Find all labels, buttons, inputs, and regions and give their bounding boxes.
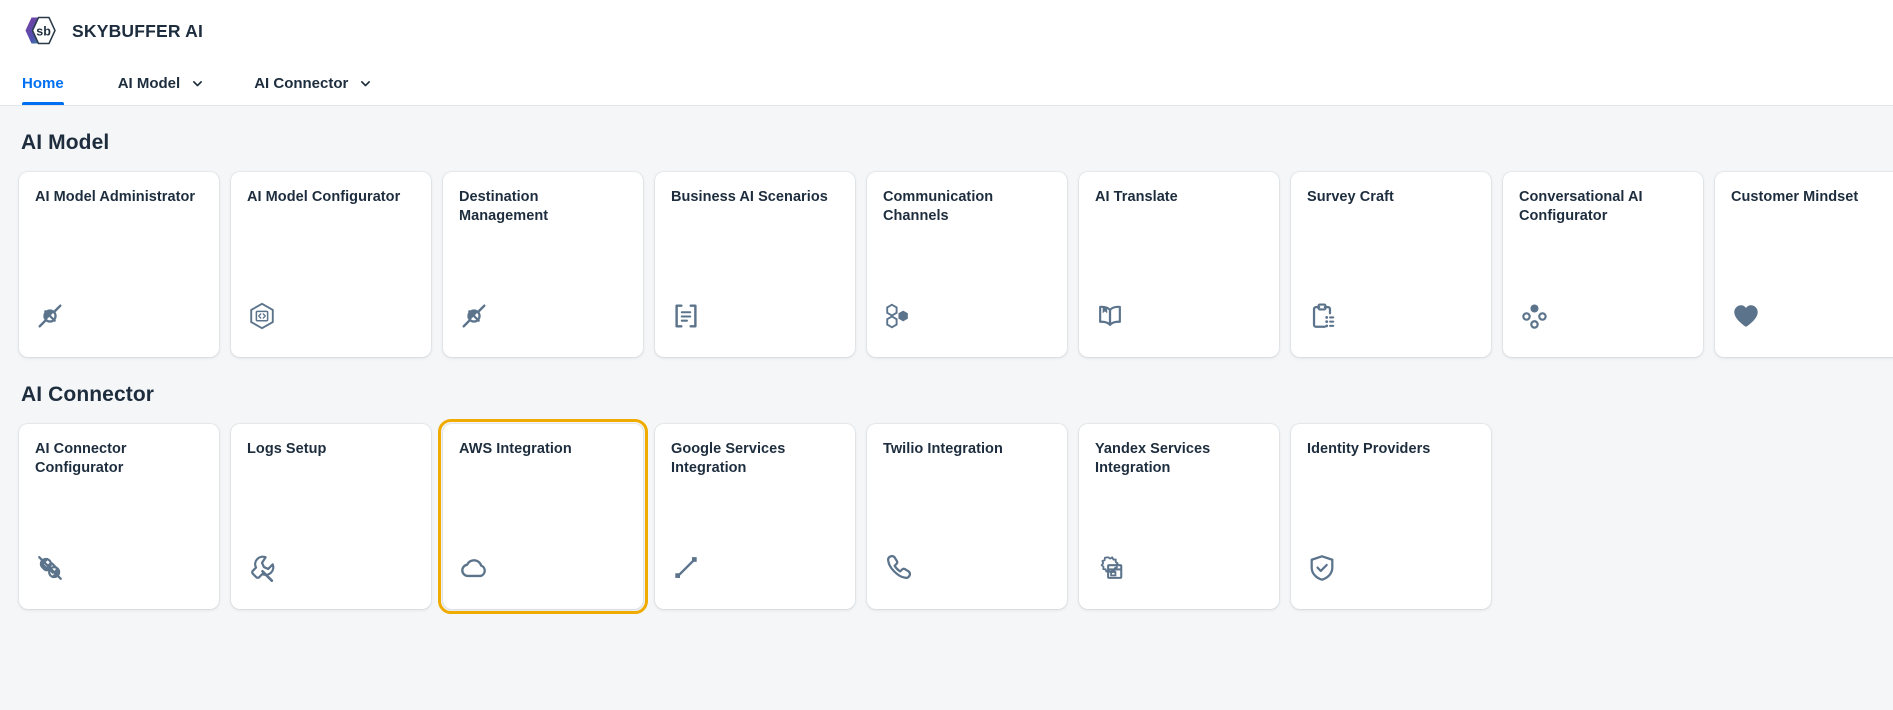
shield-check-icon (1307, 553, 1337, 583)
nav-item-label: Home (22, 75, 64, 92)
cloud-icon (459, 553, 489, 583)
app-shell: sb SKYBUFFER AI Home AI Model AI Connect… (0, 0, 1893, 710)
heart-icon (1731, 301, 1761, 331)
wrench-icon (247, 553, 277, 583)
tile-identity-providers[interactable]: Identity Providers (1291, 424, 1491, 609)
section-ai-connector: AI Connector AI Connector Configurator L… (19, 383, 1874, 614)
nav-item-label: AI Model (117, 75, 181, 92)
tile-title: Google Services Integration (671, 441, 786, 477)
connected-dots-icon (1519, 301, 1549, 331)
tile-row-ai-connector: AI Connector Configurator Logs Setup AWS… (19, 419, 1874, 614)
section-title: AI Connector (21, 383, 155, 406)
tile-ai-connector-configurator[interactable]: AI Connector Configurator (19, 424, 219, 609)
hexagon-cluster-icon (883, 301, 913, 331)
gear-window-icon (1095, 553, 1125, 583)
document-list-icon (671, 301, 701, 331)
diagonal-line-icon (671, 553, 701, 583)
tile-survey-craft[interactable]: Survey Craft (1291, 172, 1491, 357)
tile-title: AI Model Administrator (35, 189, 196, 205)
tile-ai-translate[interactable]: AI Translate (1079, 172, 1279, 357)
tile-twilio-integration[interactable]: Twilio Integration (867, 424, 1067, 609)
app-header: sb SKYBUFFER AI (0, 0, 1893, 62)
section-ai-model: AI Model AI Model Administrator AI Model… (19, 131, 1893, 357)
tile-logs-setup[interactable]: Logs Setup (231, 424, 431, 609)
tile-title: Logs Setup (247, 441, 327, 457)
tile-ai-model-configurator[interactable]: AI Model Configurator (231, 172, 431, 357)
plug-connection-icon (35, 301, 65, 331)
tile-aws-integration[interactable]: AWS Integration (438, 419, 648, 614)
plug-disconnected-icon (35, 553, 65, 583)
chevron-down-icon (359, 77, 372, 90)
main-navigation: Home AI Model AI Connector (0, 62, 1893, 106)
tile-business-ai-scenarios[interactable]: Business AI Scenarios (655, 172, 855, 357)
tile-title: Identity Providers (1307, 441, 1431, 457)
tile-title: Twilio Integration (883, 441, 1003, 457)
clipboard-list-icon (1307, 301, 1337, 331)
hexagon-code-icon (247, 301, 277, 331)
tile-communication-channels[interactable]: Communication Channels (867, 172, 1067, 357)
tile-ai-model-administrator[interactable]: AI Model Administrator (19, 172, 219, 357)
plug-connection-icon (459, 301, 489, 331)
nav-item-ai-model[interactable]: AI Model (118, 62, 223, 105)
brand[interactable]: sb SKYBUFFER AI (19, 11, 203, 51)
phone-icon (883, 553, 913, 583)
tile-title: AWS Integration (459, 441, 572, 457)
tile-yandex-services-integration[interactable]: Yandex Services Integration (1079, 424, 1279, 609)
tile-title: Destination Management (459, 189, 549, 225)
tile-conversational-ai-configurator[interactable]: Conversational AI Configurator (1503, 172, 1703, 357)
chevron-down-icon (191, 77, 204, 90)
tile-title: Customer Mindset (1731, 189, 1859, 205)
tile-title: Survey Craft (1307, 189, 1394, 205)
brand-name: SKYBUFFER AI (72, 20, 204, 41)
tile-title: Conversational AI Configurator (1519, 189, 1643, 225)
svg-text:sb: sb (36, 24, 51, 38)
tile-destination-management[interactable]: Destination Management (443, 172, 643, 357)
open-book-icon (1095, 301, 1125, 331)
tile-title: AI Model Configurator (247, 189, 401, 205)
tile-title: Yandex Services Integration (1095, 441, 1211, 477)
section-title: AI Model (21, 131, 110, 154)
tile-row-ai-model: AI Model Administrator AI Model Configur… (19, 172, 1893, 357)
tile-title: AI Connector Configurator (35, 441, 127, 477)
tile-title: AI Translate (1095, 189, 1178, 205)
main-content: AI Model AI Model Administrator AI Model… (0, 106, 1893, 710)
skybuffer-hexagon-logo-icon: sb (19, 11, 59, 51)
tile-title: Communication Channels (883, 189, 994, 225)
nav-item-home[interactable]: Home (22, 62, 82, 105)
tile-customer-mindset[interactable]: Customer Mindset (1715, 172, 1893, 357)
tile-google-services-integration[interactable]: Google Services Integration (655, 424, 855, 609)
nav-item-ai-connector[interactable]: AI Connector (254, 62, 390, 105)
tile-title: Business AI Scenarios (671, 189, 828, 205)
nav-item-label: AI Connector (254, 75, 349, 92)
